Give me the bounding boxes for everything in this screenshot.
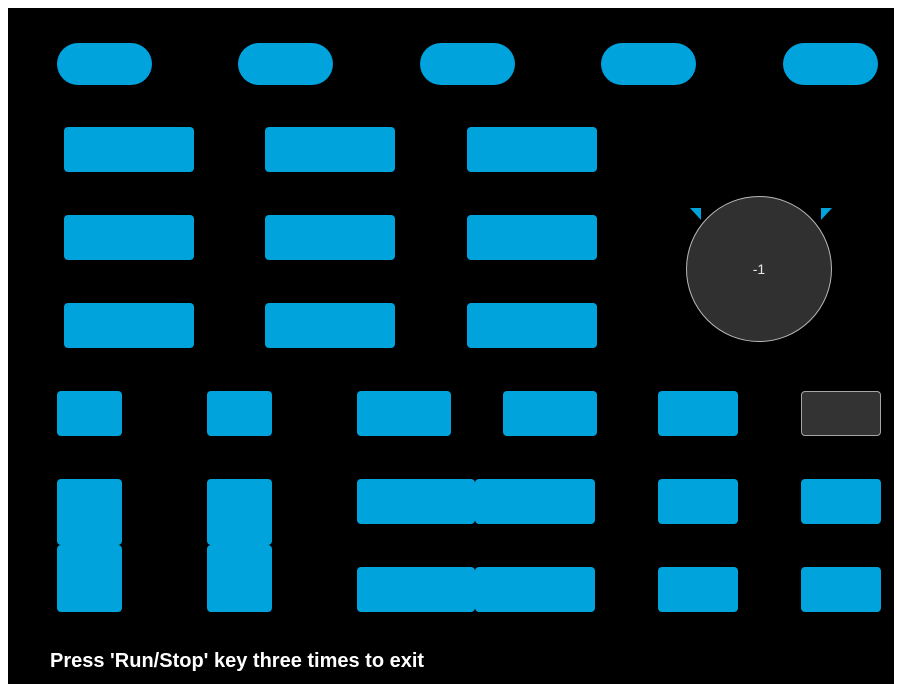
knob-rotate-left-icon <box>690 208 701 220</box>
row6-key-6[interactable] <box>801 567 881 612</box>
col2-lower-key[interactable] <box>207 545 272 612</box>
grid-key-r3-c1[interactable] <box>64 303 194 348</box>
knob-value: -1 <box>752 261 766 277</box>
grid-key-r2-c3[interactable] <box>467 215 597 260</box>
col2-upper-key[interactable] <box>207 479 272 545</box>
row5-key-6[interactable] <box>801 479 881 524</box>
key-test-screen: -1 Press 'Run/Stop' key three times to e… <box>8 8 894 684</box>
top-key-5[interactable] <box>783 43 878 85</box>
exit-instruction: Press 'Run/Stop' key three times to exit <box>50 650 425 672</box>
top-key-2[interactable] <box>238 43 333 85</box>
col1-upper-key[interactable] <box>57 479 122 545</box>
row5-wide-key-right[interactable] <box>475 479 595 524</box>
col1-lower-key[interactable] <box>57 545 122 612</box>
rotary-knob[interactable]: -1 <box>686 196 832 342</box>
grid-key-r3-c2[interactable] <box>265 303 395 348</box>
knob-rotate-right-icon <box>821 208 832 220</box>
row4-key-3[interactable] <box>357 391 451 436</box>
grid-key-r1-c2[interactable] <box>265 127 395 172</box>
row4-key-2[interactable] <box>207 391 272 436</box>
row5-key-5[interactable] <box>658 479 738 524</box>
grid-key-r2-c2[interactable] <box>265 215 395 260</box>
top-key-1[interactable] <box>57 43 152 85</box>
row6-wide-key-right[interactable] <box>475 567 595 612</box>
row4-key-5[interactable] <box>658 391 738 436</box>
row6-wide-key-left[interactable] <box>357 567 475 612</box>
row4-key-4[interactable] <box>503 391 597 436</box>
row6-key-5[interactable] <box>658 567 738 612</box>
grid-key-r1-c3[interactable] <box>467 127 597 172</box>
top-key-3[interactable] <box>420 43 515 85</box>
top-key-4[interactable] <box>601 43 696 85</box>
row4-key-1[interactable] <box>57 391 122 436</box>
row5-wide-key-left[interactable] <box>357 479 475 524</box>
grid-key-r1-c1[interactable] <box>64 127 194 172</box>
grid-key-r2-c1[interactable] <box>64 215 194 260</box>
grid-key-r3-c3[interactable] <box>467 303 597 348</box>
row4-key-6-inactive[interactable] <box>801 391 881 436</box>
